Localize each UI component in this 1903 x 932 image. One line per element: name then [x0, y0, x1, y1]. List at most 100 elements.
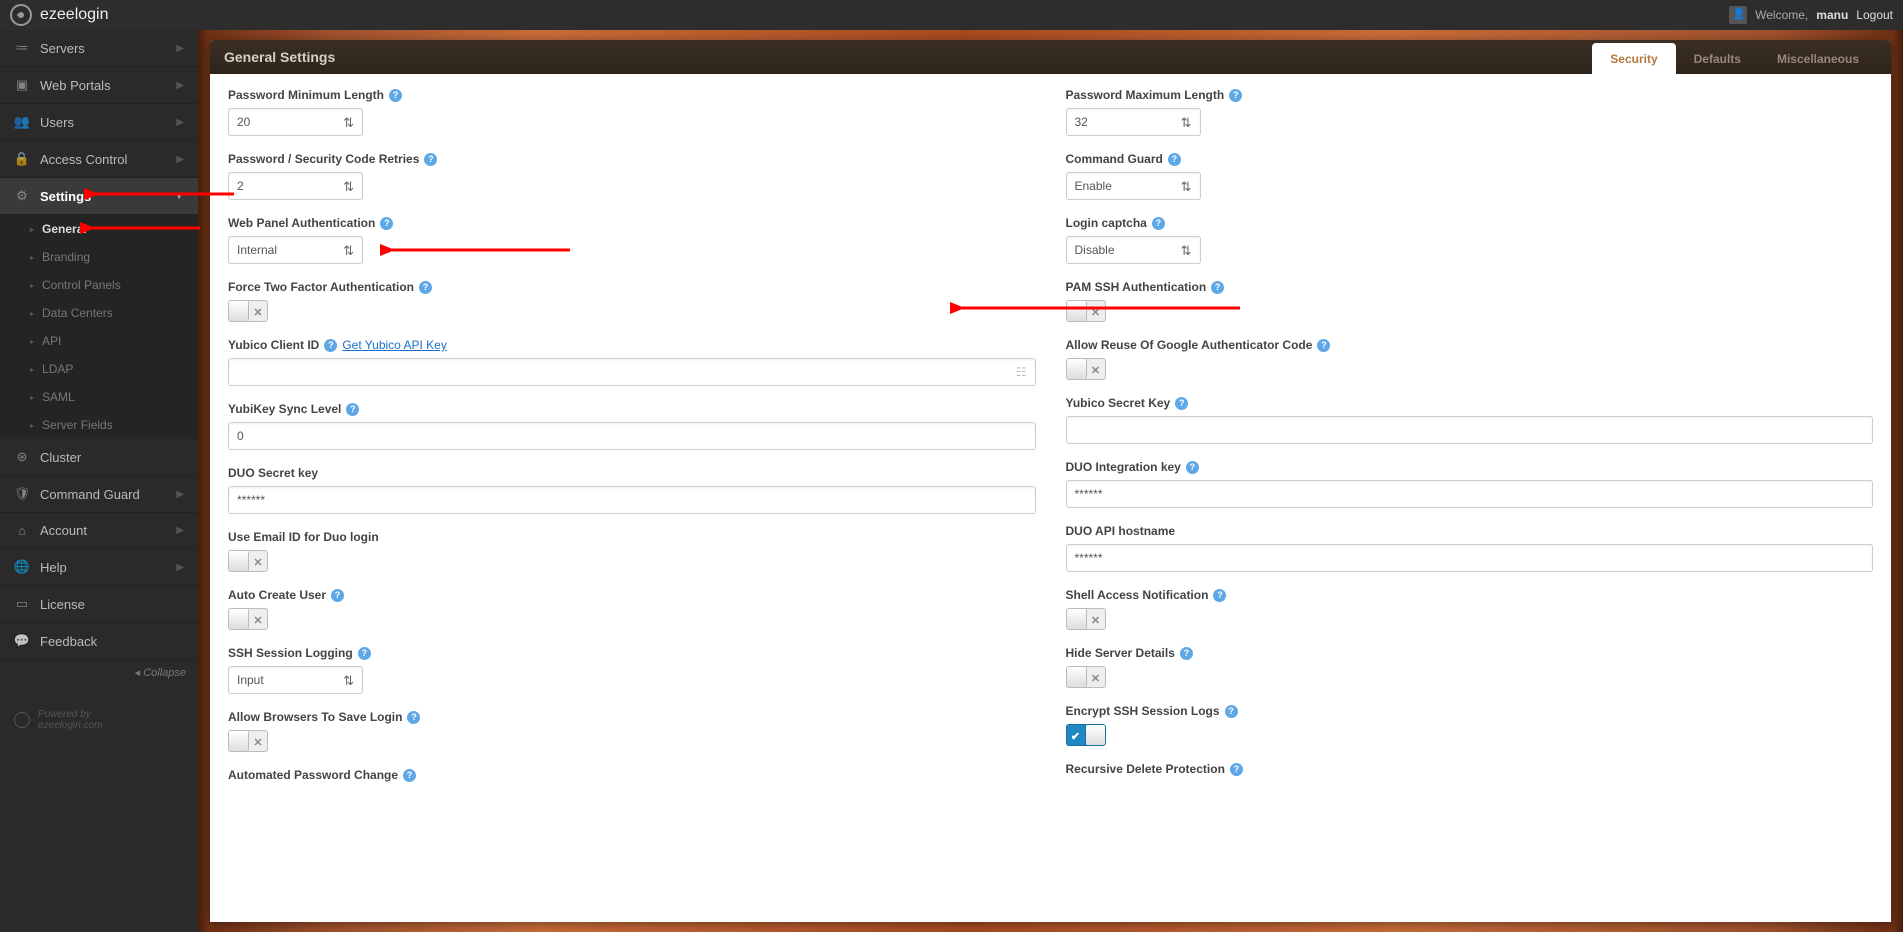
subitem-serverfields[interactable]: Server Fields [0, 411, 198, 439]
brand: ezeelogin [10, 4, 109, 26]
field-force2fa: Force Two Factor Authentication [228, 280, 1036, 322]
servers-icon: ≔ [14, 40, 30, 56]
topbar: ezeelogin Welcome, manu Logout [0, 0, 1903, 30]
label: DUO Secret key [228, 466, 318, 480]
updown-icon: ⇅ [343, 244, 354, 257]
label: Web Panel Authentication [228, 216, 375, 230]
subitem-controlpanels[interactable]: Control Panels [0, 271, 198, 299]
subitem-datacenters[interactable]: Data Centers [0, 299, 198, 327]
field-retries: Password / Security Code Retries 2⇅ [228, 152, 1036, 200]
pwd-max-select[interactable]: 32⇅ [1066, 108, 1201, 136]
help-icon[interactable] [1317, 339, 1330, 352]
duo-int-input[interactable]: ****** [1066, 480, 1874, 508]
duo-api-input[interactable]: ****** [1066, 544, 1874, 572]
field-reuse-gauth: Allow Reuse Of Google Authenticator Code [1066, 338, 1874, 380]
field-pwd-max: Password Maximum Length 32⇅ [1066, 88, 1874, 136]
help-icon[interactable] [1186, 461, 1199, 474]
help-icon[interactable] [324, 339, 337, 352]
sidebar-item-webportals[interactable]: ▣ Web Portals ▶ [0, 67, 198, 104]
chevron-right-icon: ▶ [176, 562, 184, 573]
sidebar-item-feedback[interactable]: 💬 Feedback [0, 623, 198, 660]
sidebar-item-label: Servers [40, 41, 176, 56]
allow-browser-toggle[interactable] [228, 730, 268, 752]
content-background: General Settings Security Defaults Misce… [198, 30, 1903, 932]
sidebar-item-cluster[interactable]: ⊛ Cluster [0, 439, 198, 476]
captcha-select[interactable]: Disable⇅ [1066, 236, 1201, 264]
sidebar-item-label: Settings [40, 189, 174, 204]
sidebar-item-label: Command Guard [40, 487, 176, 502]
help-icon[interactable] [1168, 153, 1181, 166]
field-auto-pwd-change: Automated Password Change [228, 768, 1036, 788]
pam-toggle[interactable] [1066, 300, 1106, 322]
help-icon[interactable] [424, 153, 437, 166]
sidebar-item-settings[interactable]: ⚙ Settings ▼ [0, 178, 198, 215]
sidebar-item-license[interactable]: ▭ License [0, 586, 198, 623]
webportals-icon: ▣ [14, 77, 30, 93]
help-icon[interactable] [1180, 647, 1193, 660]
cluster-icon: ⊛ [14, 449, 30, 465]
label: PAM SSH Authentication [1066, 280, 1207, 294]
help-icon[interactable] [1175, 397, 1188, 410]
help-icon[interactable] [1225, 705, 1238, 718]
subitem-api[interactable]: API [0, 327, 198, 355]
help-icon[interactable] [331, 589, 344, 602]
subitem-branding[interactable]: Branding [0, 243, 198, 271]
help-icon[interactable] [407, 711, 420, 724]
help-icon[interactable] [403, 769, 416, 782]
field-yubico-id: Yubico Client ID Get Yubico API Key ☷ [228, 338, 1036, 386]
yubico-secret-input[interactable] [1066, 416, 1874, 444]
sidebar-item-account[interactable]: ⌂ Account ▶ [0, 513, 198, 549]
field-pwd-min: Password Minimum Length 20⇅ [228, 88, 1036, 136]
yubikey-sync-input[interactable]: 0 [228, 422, 1036, 450]
help-icon[interactable] [1211, 281, 1224, 294]
encrypt-ssh-toggle[interactable] [1066, 724, 1106, 746]
use-email-duo-toggle[interactable] [228, 550, 268, 572]
sidebar-item-accesscontrol[interactable]: 🔒 Access Control ▶ [0, 141, 198, 178]
yubico-api-link[interactable]: Get Yubico API Key [342, 338, 447, 352]
hide-server-toggle[interactable] [1066, 666, 1106, 688]
pwd-min-select[interactable]: 20⇅ [228, 108, 363, 136]
help-icon[interactable] [358, 647, 371, 660]
subitem-general[interactable]: General [0, 215, 198, 243]
help-icon[interactable] [1229, 89, 1242, 102]
tab-defaults[interactable]: Defaults [1676, 43, 1759, 74]
left-column: Password Minimum Length 20⇅ Password / S… [228, 88, 1036, 804]
powered-line2: ezeelogin.com [38, 720, 102, 731]
help-icon[interactable] [389, 89, 402, 102]
retries-select[interactable]: 2⇅ [228, 172, 363, 200]
collapse-button[interactable]: Collapse [0, 660, 198, 685]
auto-create-toggle[interactable] [228, 608, 268, 630]
sidebar-item-users[interactable]: 👥 Users ▶ [0, 104, 198, 141]
help-icon[interactable] [346, 403, 359, 416]
shell-notif-toggle[interactable] [1066, 608, 1106, 630]
help-icon[interactable] [1152, 217, 1165, 230]
panel-body: Password Minimum Length 20⇅ Password / S… [210, 74, 1891, 828]
duo-secret-input[interactable]: ****** [228, 486, 1036, 514]
lock-icon: 🔒 [14, 151, 30, 167]
label: Shell Access Notification [1066, 588, 1209, 602]
force2fa-toggle[interactable] [228, 300, 268, 322]
cmd-guard-select[interactable]: Enable⇅ [1066, 172, 1201, 200]
yubico-id-input[interactable]: ☷ [228, 358, 1036, 386]
ssh-log-select[interactable]: Input⇅ [228, 666, 363, 694]
powered-line1: Powered by [38, 709, 91, 720]
sidebar-item-commandguard[interactable]: 🛡 Command Guard ▶ [0, 476, 198, 513]
sidebar-item-label: Users [40, 115, 176, 130]
help-icon[interactable] [419, 281, 432, 294]
tab-security[interactable]: Security [1592, 43, 1675, 74]
help-icon[interactable] [1213, 589, 1226, 602]
sidebar-item-help[interactable]: 🌐 Help ▶ [0, 549, 198, 586]
help-icon[interactable] [380, 217, 393, 230]
logout-link[interactable]: Logout [1856, 8, 1893, 22]
subitem-saml[interactable]: SAML [0, 383, 198, 411]
reuse-gauth-toggle[interactable] [1066, 358, 1106, 380]
tab-miscellaneous[interactable]: Miscellaneous [1759, 43, 1877, 74]
webauth-select[interactable]: Internal⇅ [228, 236, 363, 264]
help-icon[interactable] [1230, 763, 1243, 776]
sidebar-item-servers[interactable]: ≔ Servers ▶ [0, 30, 198, 67]
chevron-right-icon: ▶ [176, 43, 184, 54]
label: Command Guard [1066, 152, 1163, 166]
chevron-down-icon: ▼ [174, 191, 184, 202]
label: Yubico Client ID [228, 338, 319, 352]
subitem-ldap[interactable]: LDAP [0, 355, 198, 383]
